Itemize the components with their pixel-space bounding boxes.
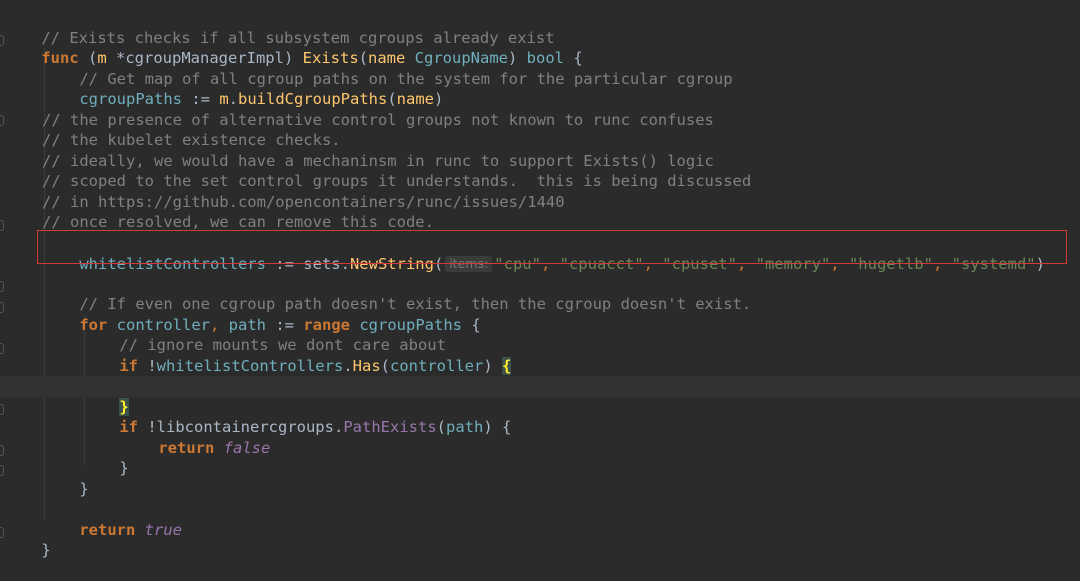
code-line: // Exists checks if all subsystem cgroup… bbox=[4, 7, 1080, 47]
fold-marker[interactable] bbox=[0, 465, 4, 476]
variable: cgroupPaths bbox=[79, 90, 182, 108]
comment: // the kubelet existence checks. bbox=[42, 131, 341, 149]
comment: // in https://github.com/opencontainers/… bbox=[42, 192, 565, 211]
code-line: for controller, path := range cgroupPath… bbox=[79, 315, 481, 334]
receiver: m bbox=[219, 90, 229, 108]
fold-marker[interactable] bbox=[0, 343, 4, 354]
fold-marker[interactable] bbox=[0, 281, 4, 292]
string-literal: "systemd" bbox=[951, 254, 1036, 273]
method-call: buildCgroupPaths bbox=[238, 90, 388, 108]
code-line: // scoped to the set control groups it u… bbox=[42, 171, 1080, 192]
fold-marker[interactable] bbox=[0, 220, 4, 231]
function-call: NewString bbox=[349, 254, 434, 273]
string-literal: "cpuacct" bbox=[559, 254, 644, 273]
code-editor[interactable]: // Exists checks if all subsystem cgroup… bbox=[0, 0, 1080, 559]
code-line: // If even one cgroup path doesn't exist… bbox=[42, 274, 1080, 313]
string-literal: "hugetlb" bbox=[848, 254, 933, 273]
param-hint: items: bbox=[445, 255, 493, 272]
package-name: sets bbox=[303, 254, 341, 273]
variable: whitelistControllers bbox=[79, 254, 266, 273]
fold-marker[interactable] bbox=[0, 445, 4, 456]
code-line: // ignore mounts we dont care about bbox=[82, 315, 1080, 354]
code-line: cgroupPaths := m.buildCgroupPaths(name) bbox=[79, 90, 444, 108]
string-literal: "cpu" bbox=[494, 254, 541, 273]
closing-brace: } bbox=[79, 479, 89, 498]
code-line-current: } bbox=[0, 376, 1080, 416]
code-line: whitelistControllers := sets.NewString(i… bbox=[79, 254, 1045, 273]
fold-marker[interactable] bbox=[0, 115, 4, 126]
code-line: return true bbox=[42, 499, 1080, 539]
closing-brace: } bbox=[41, 541, 51, 559]
string-literal: "memory" bbox=[755, 254, 831, 273]
fold-marker[interactable] bbox=[0, 302, 4, 313]
code-line: if !libcontainercgroups.PathExists(path)… bbox=[119, 418, 512, 436]
code-line: // the presence of alternative control g… bbox=[42, 110, 1080, 131]
code-line: // Get map of all cgroup paths on the sy… bbox=[42, 48, 1080, 88]
code-line: } bbox=[4, 520, 1080, 559]
code-line: continue bbox=[121, 356, 1080, 395]
code-line: // in https://github.com/opencontainers/… bbox=[42, 192, 1080, 213]
code-line: // once resolved, we can remove this cod… bbox=[42, 212, 1080, 233]
argument: name bbox=[396, 90, 434, 108]
code-line: } bbox=[82, 438, 1080, 477]
comment: // ideally, we would have a mechaninsm i… bbox=[42, 151, 714, 170]
code-line: } bbox=[42, 458, 1080, 498]
comment: // scoped to the set control groups it u… bbox=[42, 172, 752, 190]
string-literal: "cpuset" bbox=[662, 254, 737, 273]
code-line: if !whitelistControllers.Has(controller)… bbox=[119, 356, 512, 375]
code-line: return false bbox=[121, 417, 1080, 457]
code-line: func (m *cgroupManagerImpl) Exists(name … bbox=[41, 49, 583, 67]
comment: // once resolved, we can remove this cod… bbox=[42, 213, 434, 231]
comment: // the presence of alternative control g… bbox=[42, 110, 714, 129]
code-line: // ideally, we would have a mechaninsm i… bbox=[42, 151, 1080, 172]
code-line: // the kubelet existence checks. bbox=[42, 130, 1080, 151]
